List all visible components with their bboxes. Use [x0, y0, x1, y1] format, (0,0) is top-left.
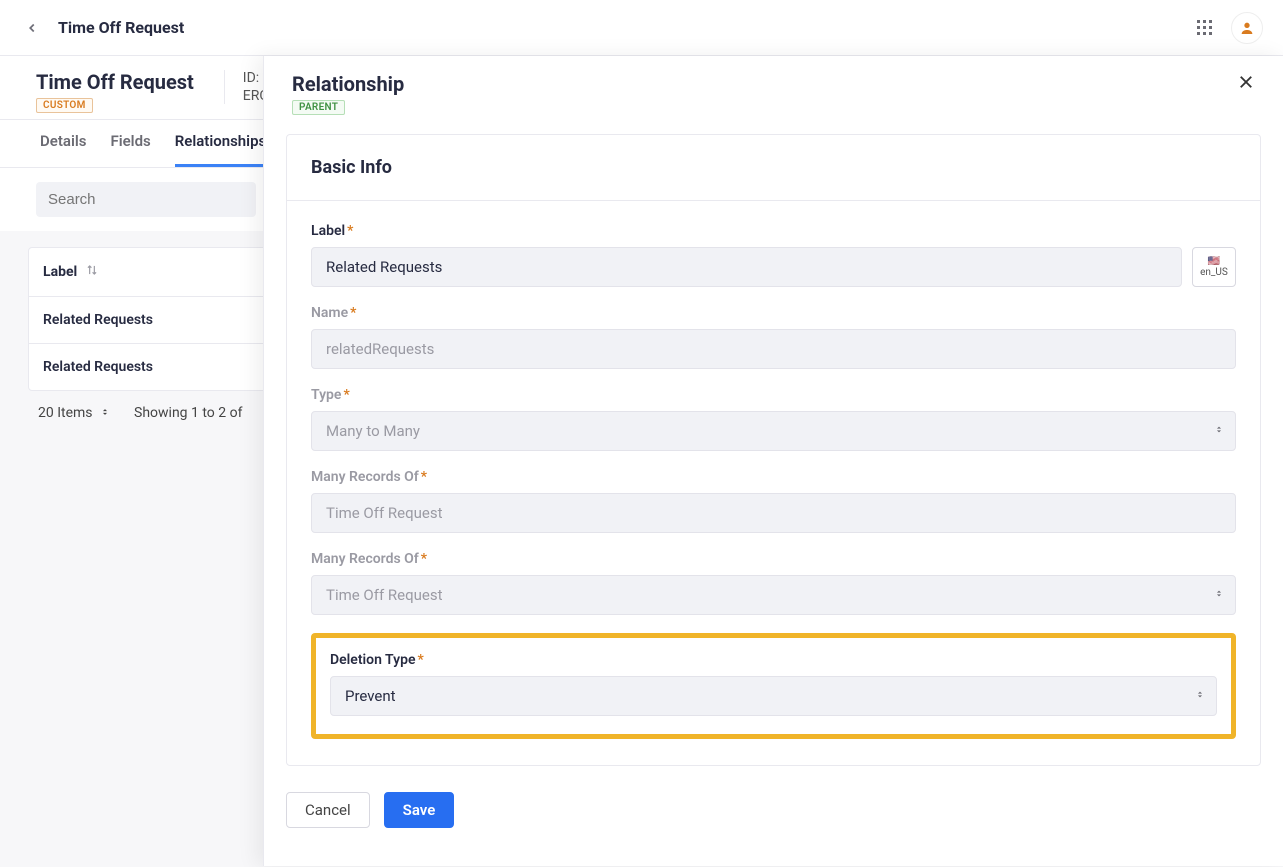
- showing-text: Showing 1 to 2 of: [134, 405, 242, 421]
- many1-input: [311, 493, 1236, 533]
- cancel-button[interactable]: Cancel: [286, 792, 370, 828]
- deletion-field-label: Deletion Type*: [330, 652, 1217, 668]
- type-field-label: Type*: [311, 387, 1236, 403]
- many1-field-label: Many Records Of*: [311, 469, 1236, 485]
- section-title: Basic Info: [287, 135, 1260, 201]
- name-input: [311, 329, 1236, 369]
- many2-select: Time Off Request: [311, 575, 1236, 615]
- save-button[interactable]: Save: [384, 792, 455, 828]
- items-per-page[interactable]: 20 Items: [38, 405, 110, 421]
- tab-relationships[interactable]: Relationships: [175, 132, 267, 167]
- close-icon[interactable]: [1237, 72, 1255, 97]
- search-input[interactable]: [36, 182, 256, 217]
- locale-selector[interactable]: 🇺🇸 en_US: [1192, 247, 1236, 287]
- apps-grid-icon[interactable]: [1193, 16, 1217, 40]
- page-title: Time Off Request: [36, 70, 194, 94]
- deletion-type-select[interactable]: Prevent: [330, 676, 1217, 716]
- tab-fields[interactable]: Fields: [110, 132, 150, 167]
- topbar: Time Off Request: [0, 0, 1283, 56]
- panel-title: Relationship: [292, 72, 404, 96]
- back-button[interactable]: [20, 16, 44, 40]
- sort-icon[interactable]: [85, 263, 99, 281]
- many2-field-label: Many Records Of*: [311, 551, 1236, 567]
- label-field-label: Label*: [311, 223, 1236, 239]
- topbar-title: Time Off Request: [58, 18, 184, 37]
- flag-icon: 🇺🇸: [1208, 256, 1220, 267]
- type-select: Many to Many: [311, 411, 1236, 451]
- user-avatar[interactable]: [1231, 12, 1263, 44]
- tab-details[interactable]: Details: [40, 132, 86, 167]
- column-label: Label: [43, 264, 77, 280]
- deletion-type-highlight: Deletion Type* Prevent: [311, 633, 1236, 739]
- parent-badge: PARENT: [292, 100, 345, 115]
- id-block: ID: ERC: [224, 70, 269, 104]
- name-field-label: Name*: [311, 305, 1236, 321]
- custom-badge: CUSTOM: [36, 98, 93, 113]
- relationship-panel: Relationship PARENT Basic Info Label* 🇺🇸…: [263, 56, 1283, 866]
- label-input[interactable]: [311, 247, 1182, 287]
